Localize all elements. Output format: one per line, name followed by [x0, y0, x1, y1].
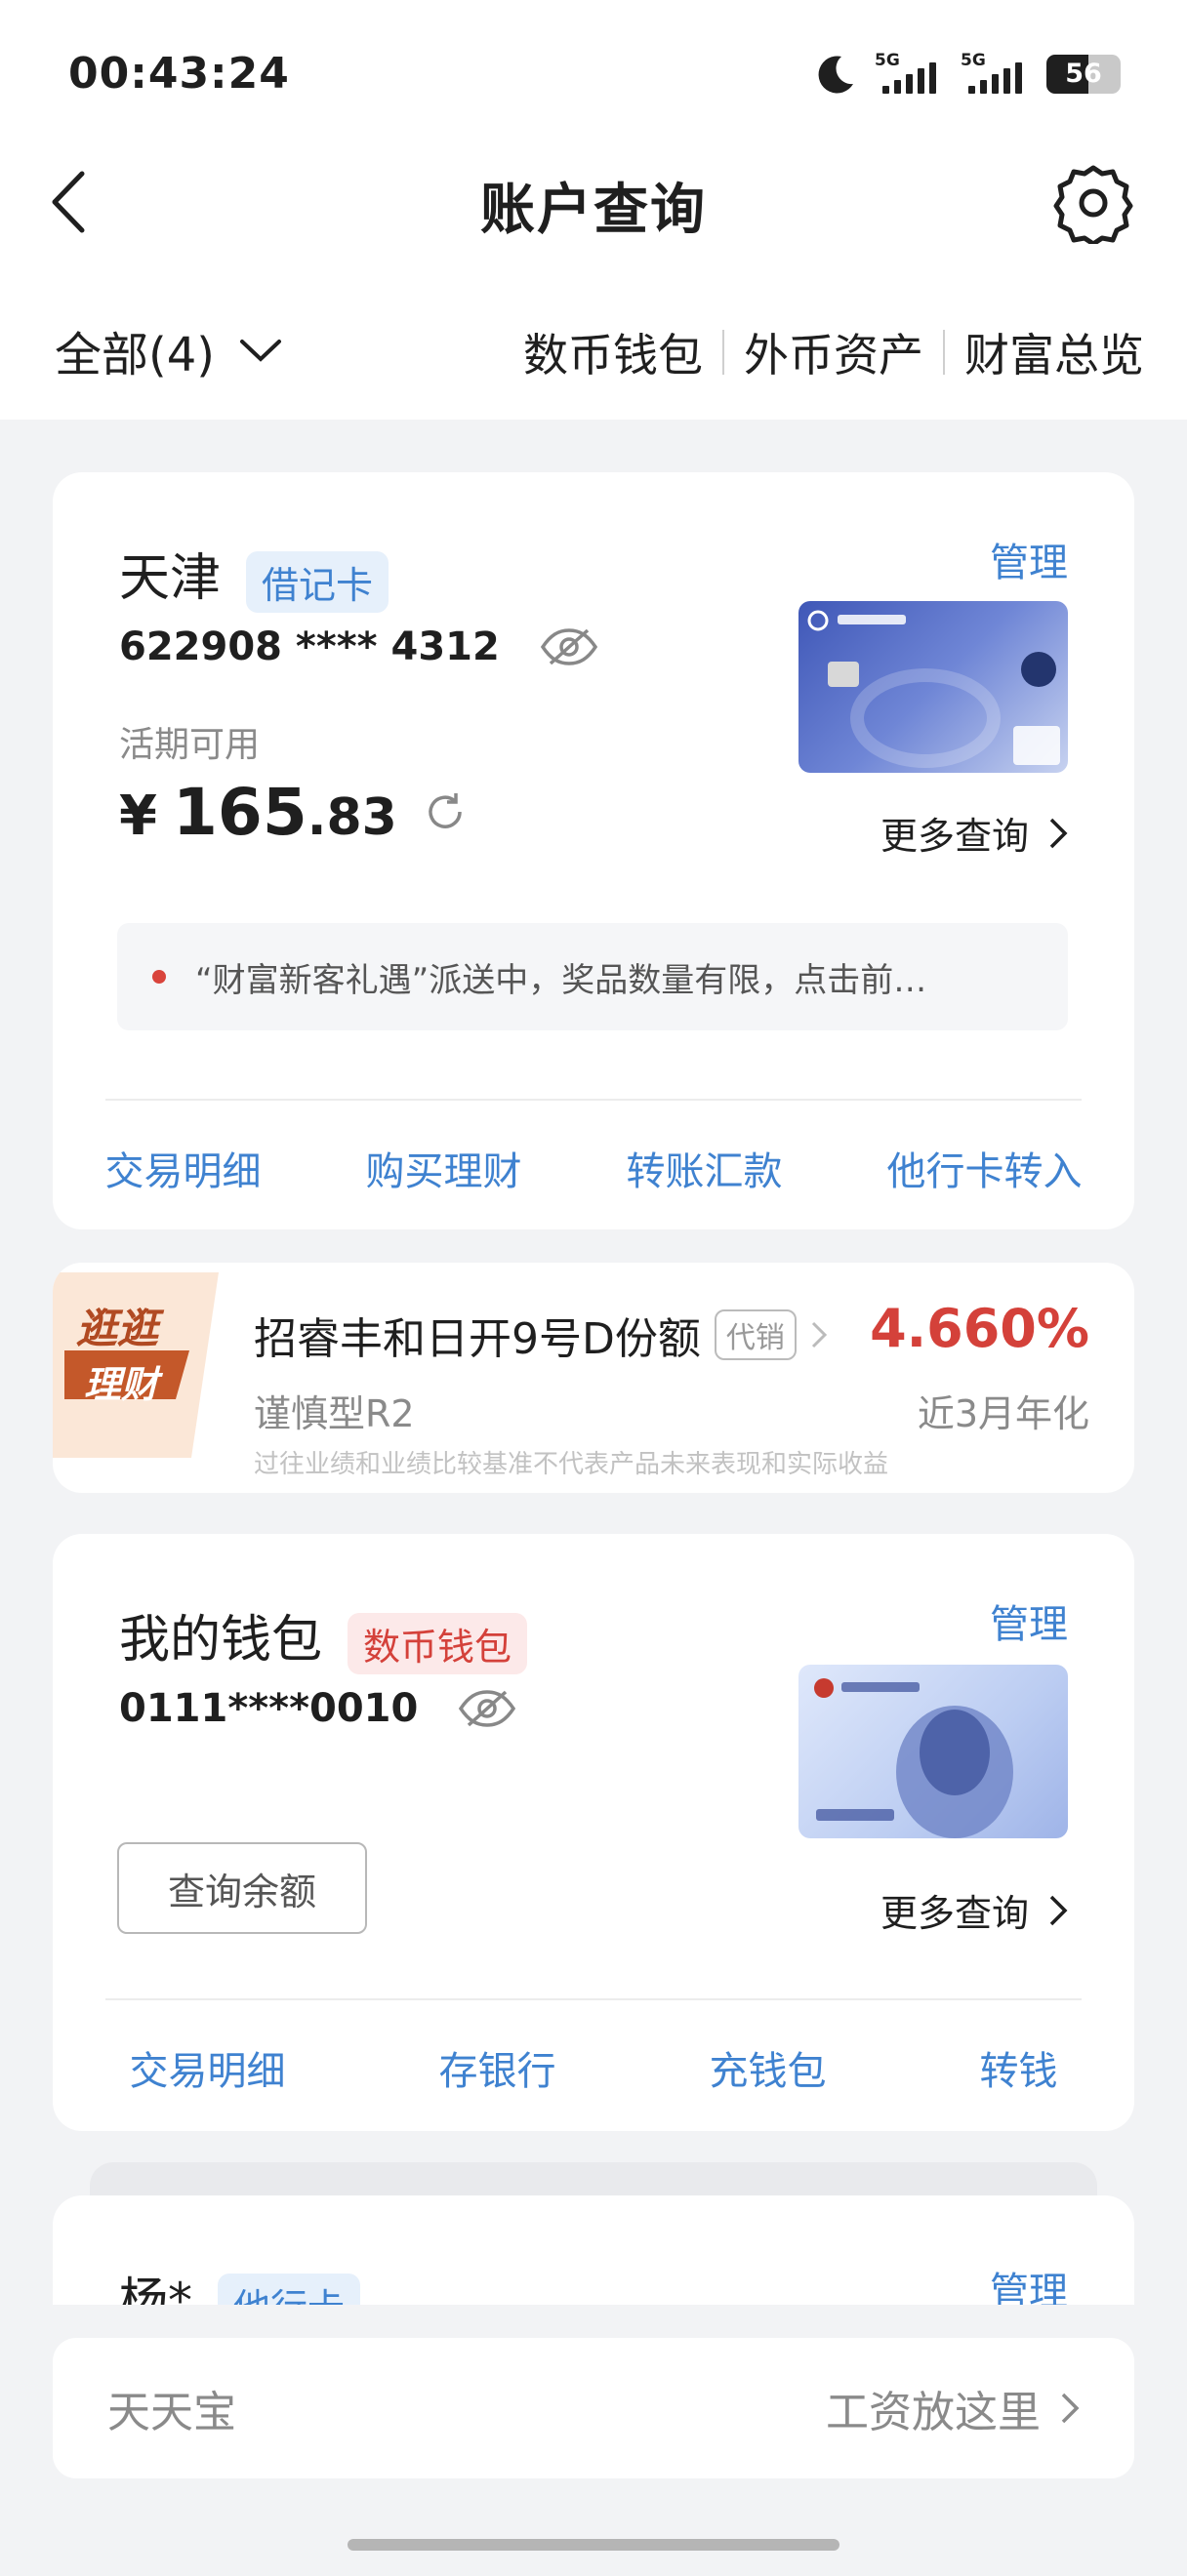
- chevron-down-icon: [240, 340, 281, 362]
- distribution-badge: 代销: [714, 1309, 797, 1360]
- risk-level: 谨慎型R2: [254, 1392, 415, 1435]
- divider: [105, 1099, 1082, 1101]
- notice-text: “财富新客礼遇”派送中，奖品数量有限，点击前…: [195, 960, 927, 1000]
- disclaimer: 过往业绩和业绩比较基准不代表产品未来表现和实际收益: [254, 1450, 889, 1479]
- refresh-icon[interactable]: [423, 789, 468, 834]
- moon-icon: [818, 56, 853, 94]
- card-number: 622908 **** 4312: [119, 624, 500, 669]
- other-bank-card-panel: 杨*他行卡 管理: [53, 2195, 1134, 2305]
- query-balance-button[interactable]: 查询余额: [117, 1842, 367, 1934]
- top-up-wallet-button[interactable]: 充钱包: [710, 2039, 827, 2096]
- home-indicator[interactable]: [348, 2539, 839, 2551]
- wallet-holder: 我的钱包 数币钱包: [119, 1598, 528, 1674]
- digital-rmb-card-image: [798, 1665, 1068, 1838]
- wallet-transaction-details-button[interactable]: 交易明细: [130, 2039, 286, 2096]
- wallet-actions: 交易明细 存银行 充钱包 转钱: [53, 2039, 1134, 2096]
- balance-label: 活期可用: [119, 725, 261, 765]
- eye-off-icon[interactable]: [539, 624, 599, 669]
- gear-icon[interactable]: [1052, 162, 1134, 244]
- more-query-link[interactable]: 更多查询: [880, 1883, 1068, 1937]
- card-type-badge: 他行卡: [218, 2274, 361, 2305]
- tiantianbao-bar[interactable]: 天天宝 工资放这里: [53, 2338, 1134, 2478]
- manage-link[interactable]: 管理: [990, 531, 1068, 587]
- more-query-link[interactable]: 更多查询: [880, 806, 1068, 860]
- wallet-number: 0111****0010: [119, 1686, 419, 1731]
- status-icons: 5G 5G 56: [814, 51, 1121, 98]
- signal-icon-2: 5G: [961, 51, 1029, 98]
- salary-promo-text: 工资放这里: [826, 2388, 1041, 2437]
- asset-tabs: 数币钱包 外币资产 财富总览: [523, 320, 1144, 384]
- page-title: 账户查询: [480, 179, 707, 242]
- manage-link[interactable]: 管理: [990, 2260, 1068, 2305]
- wealth-badge: 逛逛 理财: [53, 1272, 219, 1458]
- divider: [105, 1998, 1082, 2000]
- chevron-right-icon: [1061, 2393, 1080, 2424]
- battery-icon: 56: [1046, 55, 1121, 94]
- wallet-type-badge: 数币钱包: [348, 1612, 528, 1674]
- product-rate: 4.660%: [870, 1298, 1089, 1359]
- card-actions: 交易明细 购买理财 转账汇款 他行卡转入: [53, 1140, 1134, 1196]
- digital-wallet-panel: 我的钱包 数币钱包 管理 0111****0010 查询余额 更多查询 交易明细 …: [53, 1534, 1134, 2131]
- tiantianbao-label: 天天宝: [107, 2388, 236, 2437]
- rate-label: 近3月年化: [917, 1392, 1089, 1435]
- debit-card-image: [798, 601, 1068, 773]
- account-filter-dropdown[interactable]: 全部(4): [55, 316, 283, 384]
- transfer-button[interactable]: 转账汇款: [627, 1140, 783, 1196]
- tab-wealth-overview[interactable]: 财富总览: [964, 320, 1144, 384]
- deposit-to-bank-button[interactable]: 存银行: [439, 2039, 556, 2096]
- tab-digital-wallet[interactable]: 数币钱包: [523, 320, 703, 384]
- transaction-details-button[interactable]: 交易明细: [105, 1140, 262, 1196]
- tab-foreign-assets[interactable]: 外币资产: [744, 320, 923, 384]
- chevron-right-icon: [811, 1321, 827, 1348]
- card-holder: 天津 借记卡: [119, 537, 389, 613]
- send-money-button[interactable]: 转钱: [980, 2039, 1058, 2096]
- debit-card-panel: 天津 借记卡 管理 622908 **** 4312 活期可用 ¥ 165 .83…: [53, 472, 1134, 1229]
- manage-link[interactable]: 管理: [990, 1592, 1068, 1649]
- notice-dot: [152, 970, 166, 984]
- other-bank-transfer-in-button[interactable]: 他行卡转入: [887, 1140, 1083, 1196]
- signal-icon: 5G: [875, 51, 943, 98]
- card-type-badge: 借记卡: [246, 550, 389, 613]
- card-holder: 杨*他行卡: [119, 2262, 361, 2305]
- wealth-product-card[interactable]: 逛逛 理财 招睿丰和日开9号D份额 代销 4.660% 谨慎型R2 近3月年化 …: [53, 1263, 1134, 1493]
- chevron-right-icon: [1049, 1895, 1068, 1925]
- filter-label: 全部(4): [55, 328, 215, 382]
- status-time: 00:43:24: [68, 49, 290, 99]
- product-name: 招睿丰和日开9号D份额: [254, 1314, 701, 1364]
- chevron-right-icon: [1049, 818, 1068, 848]
- buy-wealth-button[interactable]: 购买理财: [366, 1140, 522, 1196]
- promo-notice[interactable]: “财富新客礼遇”派送中，奖品数量有限，点击前…: [117, 923, 1068, 1030]
- eye-off-icon[interactable]: [457, 1686, 517, 1731]
- balance-amount: ¥ 165 .83: [119, 775, 468, 850]
